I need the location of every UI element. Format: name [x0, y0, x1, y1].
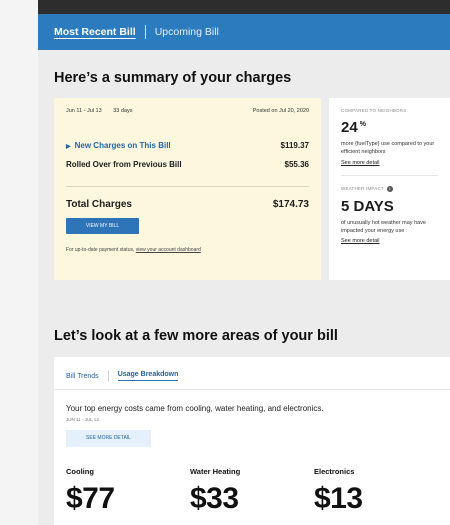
- view-my-bill-button[interactable]: VIEW MY BILL: [66, 218, 139, 234]
- total-value: $174.73: [272, 199, 309, 210]
- tab-upcoming-bill[interactable]: Upcoming Bill: [155, 26, 219, 38]
- payment-footnote: For up-to-date payment status, view your…: [66, 247, 309, 253]
- weather-detail-link[interactable]: See more detail: [341, 238, 438, 244]
- new-charges-value: $119.37: [280, 141, 309, 150]
- cost-item-water-heating: Water Heating $33: [190, 467, 314, 516]
- top-costs-text: Your top energy costs came from cooling,…: [66, 404, 324, 413]
- billing-period: Jun 11 - Jul 13: [66, 108, 102, 114]
- rolled-over-value: $55.36: [284, 160, 309, 169]
- weather-eyebrow: WEATHER IMPACT: [341, 186, 384, 191]
- left-margin: [0, 0, 38, 525]
- weather-eyebrow-row: WEATHER IMPACT i: [341, 185, 438, 192]
- new-charges-row: ▶ New Charges on This Bill $119.37: [66, 141, 309, 150]
- info-icon[interactable]: i: [386, 185, 393, 192]
- posted-date: Posted on Jul 20, 2020: [252, 108, 309, 114]
- footnote-text: For up-to-date payment status,: [66, 247, 135, 253]
- summary-title: Here’s a summary of your charges: [54, 70, 292, 86]
- cost-label: Cooling: [66, 467, 94, 476]
- tabs-underline: [54, 389, 450, 390]
- bill-tabs: Most Recent Bill Upcoming Bill: [38, 14, 450, 50]
- neighbors-value: 24: [341, 119, 358, 136]
- cost-label: Electronics: [314, 467, 355, 476]
- total-label: Total Charges: [66, 199, 132, 210]
- neighbors-eyebrow: COMPARED TO NEIGHBORS: [341, 108, 407, 113]
- weather-value: 5 DAYS: [341, 197, 394, 215]
- areas-tabs: Bill Trends Usage Breakdown: [54, 357, 450, 381]
- tab-usage-breakdown[interactable]: Usage Breakdown: [117, 371, 179, 381]
- tab-bill-trends[interactable]: Bill Trends: [66, 373, 99, 380]
- usage-period: JUN 11 - JUL 13: [66, 417, 99, 422]
- insights-card: COMPARED TO NEIGHBORS 24% more {fuelType…: [329, 98, 450, 280]
- cost-amount: $33: [190, 482, 239, 515]
- cost-amount: $13: [314, 482, 363, 515]
- rolled-over-row: Rolled Over from Previous Bill $55.36: [66, 160, 309, 169]
- weather-desc: of unusually hot weather may have impact…: [341, 219, 426, 234]
- neighbors-detail-link[interactable]: See more detail: [341, 160, 438, 166]
- new-charges-label: New Charges on This Bill: [74, 141, 171, 150]
- total-row: Total Charges $174.73: [66, 199, 309, 210]
- cost-amount: $77: [66, 482, 115, 515]
- tab-separator: [144, 25, 146, 39]
- cost-breakdown: Cooling $77 Water Heating $33 Electronic…: [66, 467, 438, 516]
- cost-item-cooling: Cooling $77: [66, 467, 190, 516]
- cost-item-electronics: Electronics $13: [314, 467, 438, 516]
- account-dashboard-link[interactable]: view your account dashboard: [136, 247, 201, 253]
- window-top-bar: [38, 0, 450, 14]
- new-charges-link[interactable]: ▶ New Charges on This Bill: [66, 141, 171, 150]
- tab-most-recent-bill[interactable]: Most Recent Bill: [54, 26, 136, 38]
- charges-divider: [66, 186, 309, 187]
- caret-right-icon: ▶: [66, 144, 71, 150]
- billing-days: 33 days: [113, 108, 133, 114]
- usage-breakdown-body: Your top energy costs came from cooling,…: [54, 404, 450, 516]
- bill-summary-card: Jun 11 - Jul 13 33 days Posted on Jul 20…: [54, 98, 321, 280]
- rolled-over-label: Rolled Over from Previous Bill: [66, 160, 182, 169]
- cost-label: Water Heating: [190, 467, 241, 476]
- tab-separator: [107, 371, 109, 381]
- usage-breakdown-card: Bill Trends Usage Breakdown Your top ene…: [54, 357, 450, 525]
- neighbors-unit: %: [359, 121, 366, 128]
- neighbors-desc: more {fuelType} use compared to your eff…: [341, 141, 435, 156]
- see-more-detail-button[interactable]: SEE MORE DETAIL: [66, 430, 151, 447]
- areas-title: Let’s look at a few more areas of your b…: [54, 328, 338, 344]
- billing-app: Most Recent Bill Upcoming Bill Here’s a …: [38, 14, 450, 525]
- insights-divider: [341, 174, 438, 176]
- neighbors-stat: 24%: [341, 119, 438, 136]
- billing-period-row: Jun 11 - Jul 13 33 days Posted on Jul 20…: [66, 108, 309, 114]
